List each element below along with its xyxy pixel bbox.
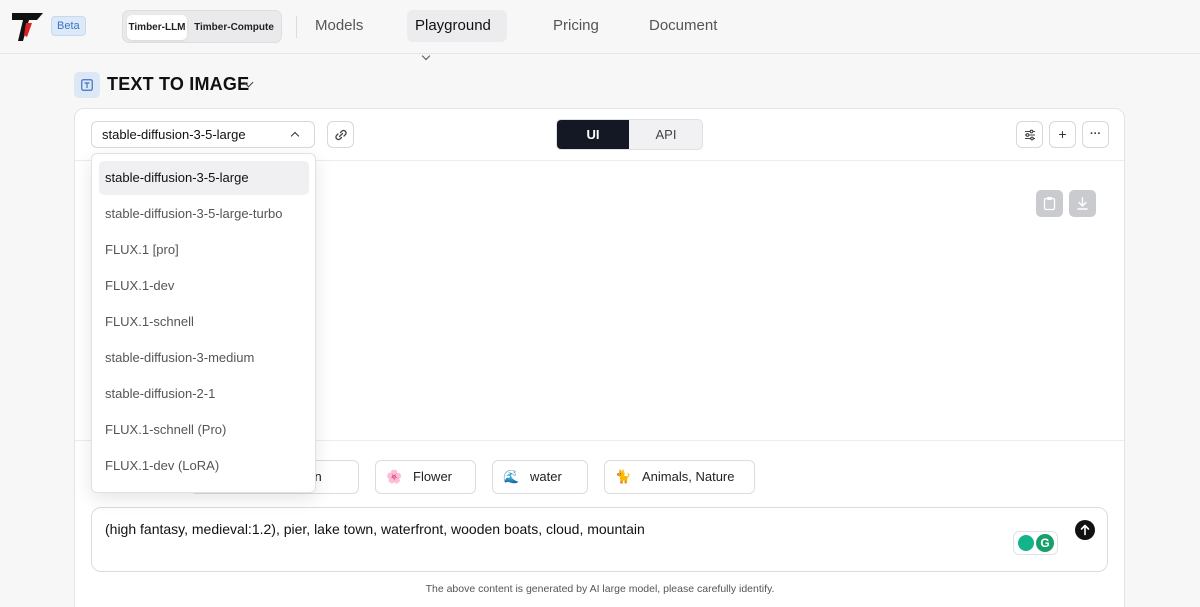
model-option[interactable]: FLUX.1-schnell (Pro) xyxy=(99,413,309,447)
chip-label: Animals, Nature xyxy=(642,469,735,484)
brand-logo-icon[interactable] xyxy=(10,10,46,44)
add-button[interactable]: + xyxy=(1049,121,1076,148)
nav-document-label: Document xyxy=(649,17,718,34)
model-option[interactable]: FLUX.1 [pro] xyxy=(99,233,309,267)
model-option[interactable]: stable-diffusion-2-1 xyxy=(99,377,309,411)
nav-document[interactable]: Document xyxy=(649,10,717,42)
prompt-text: (high fantasy, medieval:1.2), pier, lake… xyxy=(105,521,645,537)
nav-playground-label: Playground xyxy=(415,17,491,34)
link-icon xyxy=(335,129,347,141)
chip-label: water xyxy=(530,469,562,484)
model-option[interactable]: FLUX.1-dev (LoRA) xyxy=(99,449,309,483)
nav-models-label: Models xyxy=(315,17,364,34)
nav-models[interactable]: Models xyxy=(315,10,363,42)
nav-pricing-label: Pricing xyxy=(553,17,599,34)
model-option[interactable]: FLUX.1-dev xyxy=(99,269,309,303)
more-button[interactable]: ··· xyxy=(1082,121,1109,148)
product-tab-timber-llm[interactable]: Timber-LLM xyxy=(127,15,187,40)
grammarly-icon: G xyxy=(1036,534,1054,552)
ai-disclaimer: The above content is generated by AI lar… xyxy=(425,583,775,595)
settings-button[interactable] xyxy=(1016,121,1043,148)
mode-ui-button[interactable]: UI xyxy=(557,120,629,149)
flower-icon: 🌸 xyxy=(386,469,403,484)
prompt-chip-animals-nature[interactable]: 🐈 Animals, Nature xyxy=(604,460,755,494)
model-option[interactable]: stable-diffusion-3-5-large xyxy=(99,161,309,195)
model-option[interactable]: stable-diffusion-3-medium xyxy=(99,341,309,375)
animal-icon: 🐈 xyxy=(615,469,632,484)
send-button[interactable] xyxy=(1075,520,1095,540)
model-select[interactable]: stable-diffusion-3-5-large xyxy=(91,121,315,148)
prompt-input[interactable]: (high fantasy, medieval:1.2), pier, lake… xyxy=(91,507,1108,572)
clipboard-icon xyxy=(1043,197,1056,211)
wave-icon: 🌊 xyxy=(503,469,520,484)
nav-pricing[interactable]: Pricing xyxy=(553,10,599,42)
product-switch: Timber-LLM Timber-Compute xyxy=(122,10,282,43)
prompt-chip-flower[interactable]: 🌸 Flower xyxy=(375,460,476,494)
prompt-chip-water[interactable]: 🌊 water xyxy=(492,460,588,494)
download-button[interactable] xyxy=(1069,190,1096,217)
page-title: TEXT TO IMAGE xyxy=(107,74,250,94)
sliders-icon xyxy=(1025,129,1035,141)
model-dropdown-menu: stable-diffusion-3-5-large stable-diffus… xyxy=(91,153,316,493)
model-select-value: stable-diffusion-3-5-large xyxy=(102,127,246,142)
text-to-image-icon xyxy=(74,72,100,98)
nav-divider xyxy=(296,16,297,38)
arrow-up-icon xyxy=(1080,524,1090,536)
share-link-button[interactable] xyxy=(327,121,354,148)
mode-toggle: UI API xyxy=(556,119,703,150)
beta-badge: Beta xyxy=(51,16,86,36)
bulb-icon xyxy=(1018,535,1034,551)
copy-button[interactable] xyxy=(1036,190,1063,217)
nav-playground[interactable]: Playground xyxy=(407,10,507,61)
grammarly-widget[interactable]: G xyxy=(1013,531,1058,555)
chevron-down-icon xyxy=(421,51,431,61)
model-option[interactable]: FLUX.1-schnell xyxy=(99,305,309,339)
chevron-up-icon xyxy=(290,131,300,141)
download-icon xyxy=(1077,197,1088,210)
product-tab-timber-compute[interactable]: Timber-Compute xyxy=(189,15,279,40)
chip-label: Flower xyxy=(413,469,453,484)
mode-api-button[interactable]: API xyxy=(629,120,702,149)
model-option[interactable]: stable-diffusion-3-5-large-turbo xyxy=(99,197,309,231)
